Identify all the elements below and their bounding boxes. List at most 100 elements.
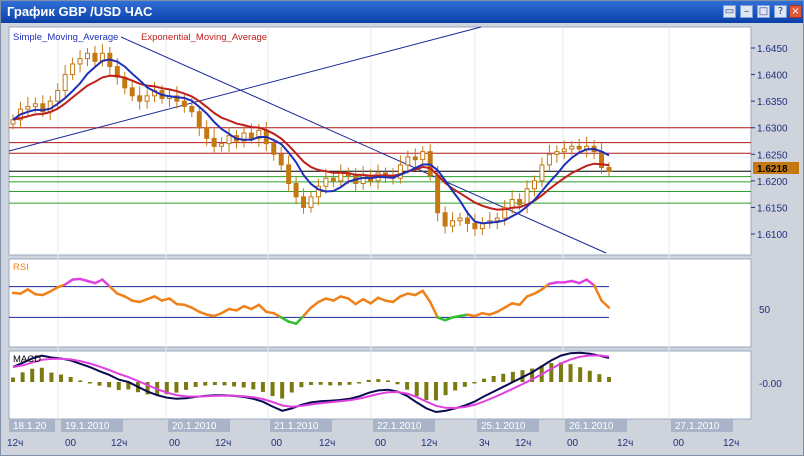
candle-body [301, 196, 307, 208]
macd-histogram-bar [184, 382, 189, 390]
candle-body [32, 103, 38, 107]
hour-label: 3ч [479, 438, 490, 449]
hour-label: 12ч [421, 438, 437, 449]
macd-histogram-bar [472, 382, 477, 384]
macd-histogram-bar [97, 382, 102, 386]
rsi-label: RSI [13, 262, 29, 273]
hour-label: 00 [271, 438, 283, 449]
macd-histogram-bar [193, 382, 198, 387]
candle-body [532, 180, 537, 190]
candle-body [77, 58, 83, 65]
date-label: 18.1.20 [13, 421, 47, 432]
macd-histogram-bar [107, 382, 112, 388]
hour-label: 12ч [7, 438, 23, 449]
candle-body [211, 137, 217, 147]
price-tick-label: 1.6100 [757, 230, 788, 241]
candle-body [278, 153, 284, 166]
macd-histogram-bar [587, 370, 592, 382]
candle-body [338, 172, 344, 182]
minimize-window-icon[interactable]: – [740, 5, 753, 18]
macd-histogram-bar [347, 382, 352, 385]
macd-histogram-bar [395, 382, 400, 385]
date-label: 19.1.2010 [65, 421, 110, 432]
candle-body [55, 90, 61, 102]
price-tick-label: 1.6200 [757, 177, 788, 188]
macd-histogram-bar [337, 382, 342, 386]
window-title: График GBP /USD ЧАС [7, 4, 153, 19]
macd-histogram-bar [385, 380, 390, 382]
candle-body [472, 222, 478, 230]
restore-window-icon[interactable]: ▭ [723, 5, 736, 18]
macd-histogram-bar [78, 380, 83, 382]
macd-histogram-bar [270, 382, 275, 397]
macd-histogram-bar [549, 363, 554, 382]
macd-histogram-bar [482, 378, 487, 382]
candle-body [524, 188, 530, 206]
macd-tick-zero: -0.00 [759, 379, 782, 390]
macd-histogram-bar [607, 377, 611, 382]
candle-body [308, 196, 314, 208]
candle-body [286, 164, 292, 185]
rsi-panel [8, 258, 752, 348]
hour-label: 00 [65, 438, 77, 449]
macd-histogram-bar [289, 382, 294, 393]
chart-window: График GBP /USD ЧАС ▭ – □ ? × Simple_Mov… [0, 0, 804, 456]
candle-body [509, 198, 515, 208]
candle-body [129, 87, 135, 97]
macd-histogram-bar [68, 377, 73, 382]
hour-label: 12ч [111, 438, 127, 449]
hour-label: 12ч [215, 438, 231, 449]
time-axis: 18.1.20 19.1.2010 20.1.2010 21.1.2010 22.1.2… [7, 419, 739, 449]
current-price-label: 1.6218 [757, 164, 788, 175]
candle-body [144, 95, 150, 102]
date-label: 20.1.2010 [172, 421, 217, 432]
macd-histogram-bar [424, 382, 429, 401]
macd-histogram-bar [212, 382, 217, 385]
help-icon[interactable]: ? [774, 5, 787, 18]
macd-histogram-bar [20, 372, 25, 382]
candle-body [189, 105, 195, 113]
candle-body [420, 151, 426, 161]
candle-body [248, 132, 254, 139]
price-tick-label: 1.6400 [757, 71, 788, 82]
price-tick-label: 1.6450 [757, 44, 788, 55]
macd-histogram-bar [568, 364, 573, 382]
price-tick-label: 1.6300 [757, 124, 788, 135]
price-axis: 1.6450 1.6400 1.6350 1.6300 1.6250 1.6200 1.61… [751, 44, 788, 241]
macd-histogram-bar [11, 377, 15, 382]
candle-body [62, 74, 68, 92]
candle-body [464, 217, 470, 224]
price-tick-label: 1.6250 [757, 150, 788, 161]
macd-histogram-bar [39, 367, 44, 382]
candle-body [569, 145, 575, 150]
macd-histogram-bar [59, 374, 64, 382]
macd-histogram-bar [318, 382, 323, 385]
candle-body [204, 127, 210, 139]
rsi-tick-50: 50 [759, 305, 771, 316]
macd-histogram-bar [174, 382, 179, 393]
macd-histogram-bar [49, 372, 54, 382]
candle-body [554, 151, 560, 155]
candle-body [323, 177, 329, 187]
close-window-icon[interactable]: × [789, 5, 802, 18]
candle-body [606, 167, 612, 172]
date-label: 22.1.2010 [377, 421, 422, 432]
date-label: 25.1.2010 [481, 421, 526, 432]
maximize-window-icon[interactable]: □ [757, 5, 770, 18]
candle-body [450, 220, 456, 227]
candle-body [412, 156, 418, 161]
sma-legend: Simple_Moving_Average [13, 32, 118, 43]
price-panel [8, 26, 752, 256]
macd-histogram-bar [366, 379, 371, 382]
candle-body [442, 212, 448, 227]
macd-histogram-bar [222, 382, 227, 386]
window-titlebar: График GBP /USD ЧАС ▭ – □ ? × [1, 1, 803, 23]
candle-body [360, 175, 366, 185]
candle-body [47, 100, 53, 113]
hour-label: 00 [567, 438, 579, 449]
macd-histogram-bar [443, 382, 448, 396]
ema-legend: Exponential_Moving_Average [141, 32, 267, 43]
macd-histogram-bar [299, 382, 304, 388]
price-tick-label: 1.6150 [757, 203, 788, 214]
candle-body [181, 100, 187, 107]
